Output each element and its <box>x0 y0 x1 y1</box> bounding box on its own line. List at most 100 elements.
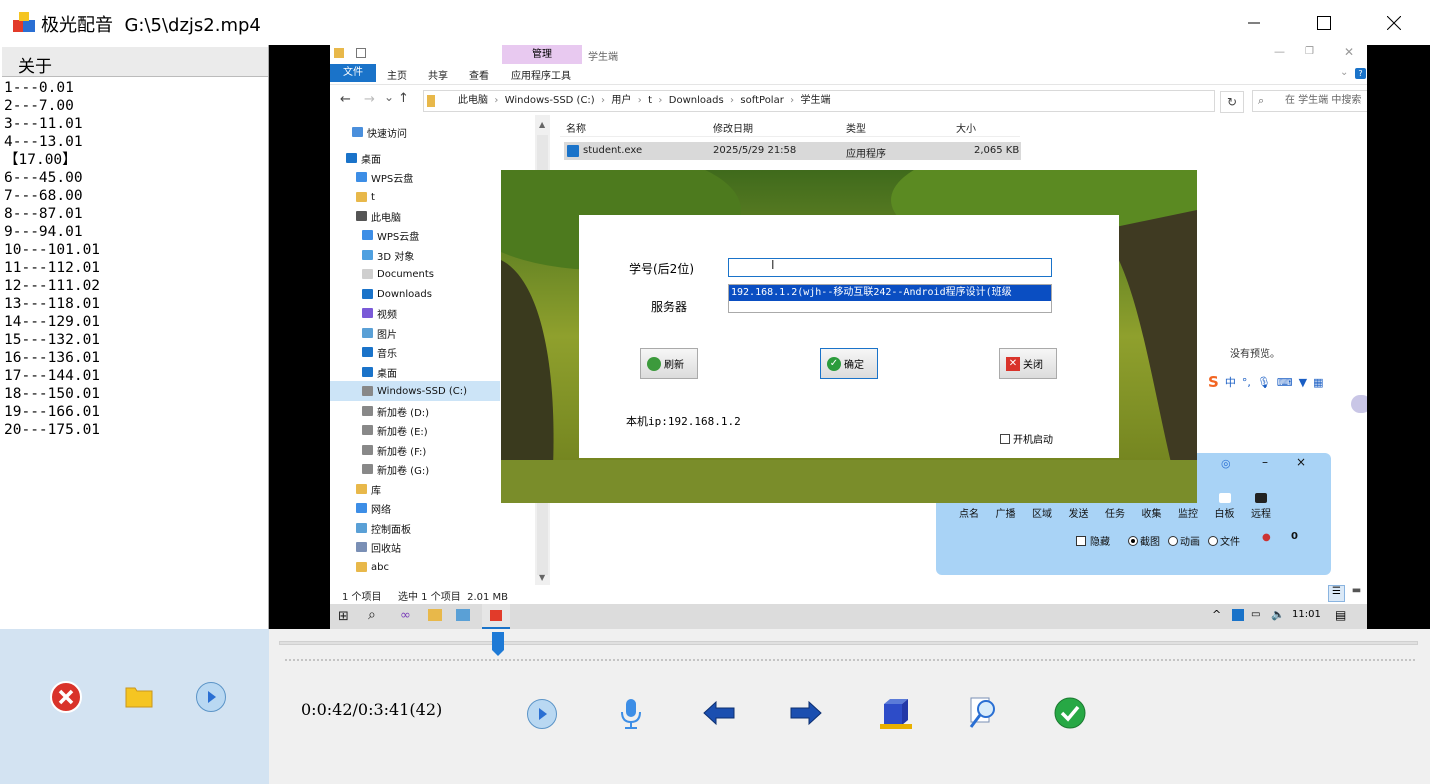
nav-item[interactable]: WPS云盘 <box>362 226 419 244</box>
active-app[interactable] <box>482 604 510 629</box>
breadcrumb-separator-icon[interactable]: › <box>784 95 801 106</box>
file-row[interactable]: student.exe 2025/5/29 21:58 应用程序 2,065 K… <box>564 142 1021 160</box>
nav-item[interactable]: 回收站 <box>356 538 401 556</box>
up-icon[interactable]: ↑ <box>398 91 409 106</box>
control-button[interactable]: 远程 <box>1246 493 1276 520</box>
nav-item[interactable]: Windows-SSD (C:) <box>362 382 467 400</box>
chevron-up-icon[interactable]: ^ <box>1212 608 1221 621</box>
segment-item[interactable]: 15---132.01 <box>4 331 100 349</box>
minimize-button[interactable] <box>1219 0 1289 45</box>
segment-item[interactable]: 4---13.01 <box>4 133 100 151</box>
nav-item[interactable]: WPS云盘 <box>356 168 413 186</box>
hide-option[interactable]: 隐藏 <box>1076 533 1110 548</box>
record-button[interactable] <box>616 696 646 732</box>
nav-item[interactable]: 快速访问 <box>352 123 407 141</box>
segment-item[interactable]: 18---150.01 <box>4 385 100 403</box>
maximize-button[interactable] <box>1289 0 1359 45</box>
autostart-option[interactable]: 开机启动 <box>1000 431 1053 446</box>
notification-icon[interactable]: ▤ <box>1335 608 1346 622</box>
nav-item[interactable]: 新加卷 (G:) <box>362 460 429 478</box>
explorer-search-input[interactable]: 在 学生端 中搜索 <box>1252 90 1367 112</box>
forward-icon[interactable]: → <box>364 92 375 107</box>
details-view-icon[interactable]: ☰ <box>1328 585 1345 602</box>
nav-item[interactable]: 视频 <box>362 304 397 322</box>
segment-item[interactable]: 6---45.00 <box>4 169 100 187</box>
about-menu[interactable]: 关于 <box>2 47 268 77</box>
address-path[interactable]: 此电脑 › Windows-SSD (C:) › 用户 › t › Downlo… <box>423 90 1215 112</box>
breadcrumb-item[interactable]: Downloads <box>669 95 724 106</box>
segment-item[interactable]: 2---7.00 <box>4 97 100 115</box>
breadcrumb-separator-icon[interactable]: › <box>652 95 669 106</box>
column-size[interactable]: 大小 <box>956 120 976 135</box>
tab-manage[interactable]: 管理 <box>502 45 582 64</box>
nav-item[interactable]: 新加卷 (F:) <box>362 441 426 459</box>
nav-item[interactable]: 网络 <box>356 499 391 517</box>
windows-start-icon[interactable]: ⊞ <box>338 609 349 624</box>
refresh-button[interactable]: 刷新 <box>640 348 698 379</box>
settings-icon[interactable]: ◎ <box>1221 457 1231 470</box>
nav-item[interactable]: t <box>356 188 375 206</box>
visual-studio-icon[interactable]: ∞ <box>400 608 411 623</box>
panel-close-icon[interactable]: × <box>1296 455 1306 469</box>
segment-item[interactable]: 1---0.01 <box>4 79 100 97</box>
nav-item[interactable]: 新加卷 (D:) <box>362 402 429 420</box>
tiles-view-icon[interactable]: ▬ <box>1348 585 1365 602</box>
nav-item[interactable]: 控制面板 <box>356 519 411 537</box>
explorer-restore-icon[interactable]: ❐ <box>1305 46 1314 57</box>
breadcrumb-item[interactable]: softPolar <box>740 95 783 106</box>
breadcrumb-item[interactable]: 此电脑 <box>458 95 488 106</box>
radio-file[interactable]: 文件 <box>1208 533 1240 548</box>
breadcrumb-item[interactable]: Windows-SSD (C:) <box>505 95 595 106</box>
close-dialog-button[interactable]: ✕ 关闭 <box>999 348 1057 379</box>
breadcrumb-separator-icon[interactable]: › <box>595 95 612 106</box>
export-button[interactable] <box>877 697 913 731</box>
explorer-minimize-icon[interactable]: — <box>1274 45 1285 58</box>
battery-icon[interactable]: ▭ <box>1251 609 1260 620</box>
nav-item[interactable]: 桌面 <box>346 149 381 167</box>
segment-list[interactable]: 1---0.01 2---7.00 3---11.01 4---13.01 【17.00… <box>4 79 100 439</box>
ime-toolbar[interactable]: S 中 °, 🎙 ⌨ ▼ ▦ <box>1206 371 1366 393</box>
seek-track[interactable] <box>279 641 1418 645</box>
explorer-close-icon[interactable]: ✕ <box>1344 45 1354 59</box>
hide-checkbox[interactable] <box>1076 535 1086 546</box>
breadcrumb-item[interactable]: 学生端 <box>801 95 831 106</box>
breadcrumb-separator-icon[interactable]: › <box>724 95 741 106</box>
nav-item[interactable]: 新加卷 (E:) <box>362 421 428 439</box>
segment-item[interactable]: 【17.00】 <box>4 151 100 169</box>
radio-screenshot[interactable]: 截图 <box>1128 533 1160 548</box>
segment-item[interactable]: 17---144.01 <box>4 367 100 385</box>
column-date[interactable]: 修改日期 <box>713 120 753 135</box>
autostart-checkbox[interactable] <box>1000 433 1010 444</box>
nav-item[interactable]: Downloads <box>362 285 432 303</box>
app-icon[interactable] <box>456 609 470 621</box>
nav-item[interactable]: 音乐 <box>362 343 397 361</box>
nav-item[interactable]: 库 <box>356 480 381 498</box>
segment-item[interactable]: 19---166.01 <box>4 403 100 421</box>
chevron-down-icon[interactable]: ⌄ <box>384 90 394 104</box>
nav-item[interactable]: abc <box>356 558 389 576</box>
play-segment-button[interactable] <box>195 681 227 713</box>
confirm-button[interactable] <box>1053 696 1087 730</box>
segment-item[interactable]: 7---68.00 <box>4 187 100 205</box>
seek-thumb[interactable] <box>491 632 504 656</box>
segment-item[interactable]: 3---11.01 <box>4 115 100 133</box>
nav-item[interactable]: 3D 对象 <box>362 246 414 264</box>
column-name[interactable]: 名称 <box>566 120 586 135</box>
control-button[interactable]: 白板 <box>1210 493 1240 520</box>
previous-button[interactable] <box>701 699 737 727</box>
radio-animation[interactable]: 动画 <box>1168 533 1200 548</box>
next-button[interactable] <box>788 699 824 727</box>
confirm-button[interactable]: ✓ 确定 <box>820 348 878 379</box>
column-type[interactable]: 类型 <box>846 120 866 135</box>
server-select[interactable]: 192.168.1.2(wjh--移动互联242--Android程序设计(班级 <box>728 284 1052 313</box>
nav-item[interactable]: 此电脑 <box>356 207 401 225</box>
tab-share[interactable]: 共享 <box>428 67 448 82</box>
file-explorer-icon[interactable] <box>428 609 442 621</box>
chevron-down-icon[interactable]: ⌄ <box>1340 67 1348 78</box>
preview-button[interactable] <box>966 695 1000 731</box>
breadcrumb-separator-icon[interactable]: › <box>631 95 648 106</box>
volume-icon[interactable]: 🔈 <box>1271 608 1285 621</box>
nav-item[interactable]: Documents <box>362 265 434 283</box>
close-button[interactable] <box>1359 0 1429 45</box>
delete-button[interactable] <box>49 680 83 714</box>
